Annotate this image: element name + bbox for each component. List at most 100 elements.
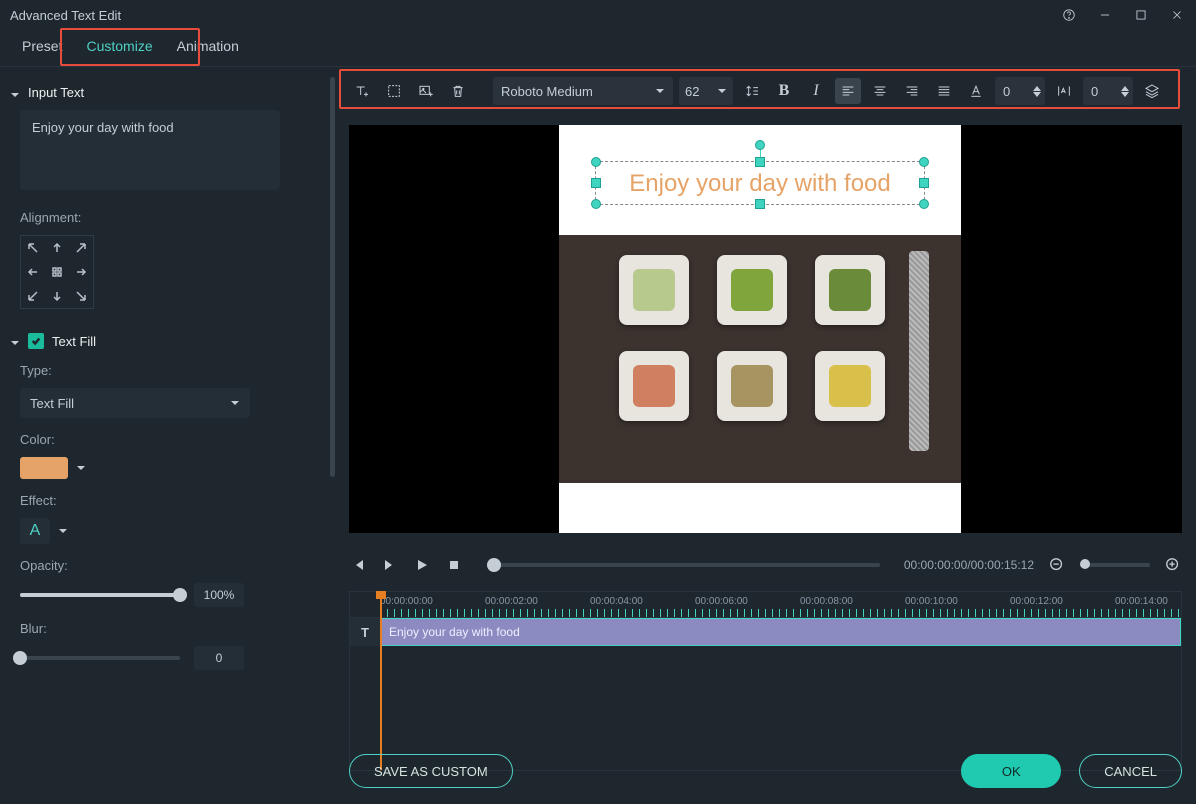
ruler-tick: 00:00:10:00 bbox=[905, 596, 958, 607]
titlebar: Advanced Text Edit bbox=[0, 0, 1196, 30]
resize-handle[interactable] bbox=[755, 157, 765, 167]
ruler-tick: 00:00:14:00 bbox=[1115, 596, 1168, 607]
zoom-out-button[interactable] bbox=[1048, 556, 1066, 574]
zoom-in-button[interactable] bbox=[1164, 556, 1182, 574]
blur-slider[interactable] bbox=[20, 656, 180, 660]
type-value: Text Fill bbox=[30, 396, 74, 411]
playhead[interactable] bbox=[380, 592, 382, 770]
zoom-slider[interactable] bbox=[1080, 563, 1150, 567]
opacity-label: Opacity: bbox=[20, 558, 319, 573]
char-spacing-value: 0 bbox=[1091, 84, 1098, 99]
timeline-clip[interactable]: Enjoy your day with food bbox=[380, 618, 1181, 646]
alignment-grid bbox=[20, 235, 94, 309]
delete-icon[interactable] bbox=[445, 78, 471, 104]
align-bottom-right[interactable] bbox=[69, 284, 93, 308]
ruler-tick: 00:00:04:00 bbox=[590, 596, 643, 607]
align-bottom-left[interactable] bbox=[21, 284, 45, 308]
font-select[interactable]: Roboto Medium bbox=[493, 77, 673, 105]
resize-handle[interactable] bbox=[919, 178, 929, 188]
color-label: Color: bbox=[20, 432, 319, 447]
align-top[interactable] bbox=[45, 236, 69, 260]
line-spacing-field[interactable]: 0 bbox=[995, 77, 1045, 105]
bottom-button-bar: SAVE AS CUSTOM OK CANCEL bbox=[349, 754, 1182, 788]
help-icon[interactable] bbox=[1060, 6, 1078, 24]
section-text-fill[interactable]: Text Fill bbox=[10, 333, 319, 349]
rotate-handle[interactable] bbox=[755, 140, 765, 150]
align-bottom[interactable] bbox=[45, 284, 69, 308]
next-frame-button[interactable] bbox=[381, 556, 399, 574]
add-image-icon[interactable] bbox=[413, 78, 439, 104]
add-text-icon[interactable] bbox=[349, 78, 375, 104]
tab-animation[interactable]: Animation bbox=[165, 30, 251, 66]
input-text-field[interactable]: Enjoy your day with food bbox=[20, 110, 280, 190]
cancel-button[interactable]: CANCEL bbox=[1079, 754, 1182, 788]
ruler-tick: 00:00:06:00 bbox=[695, 596, 748, 607]
bold-button[interactable]: B bbox=[771, 78, 797, 104]
color-swatch[interactable] bbox=[20, 457, 68, 479]
tab-preset[interactable]: Preset bbox=[10, 30, 74, 66]
tab-bar: Preset Customize Animation bbox=[0, 30, 1196, 67]
section-input-text[interactable]: Input Text bbox=[10, 85, 319, 100]
maximize-icon[interactable] bbox=[1132, 6, 1150, 24]
text-bounding-box[interactable]: Enjoy your day with food bbox=[595, 161, 925, 205]
chevron-down-icon bbox=[10, 336, 20, 346]
save-as-custom-button[interactable]: SAVE AS CUSTOM bbox=[349, 754, 513, 788]
chevron-down-icon bbox=[230, 396, 240, 411]
resize-handle[interactable] bbox=[755, 199, 765, 209]
align-right[interactable] bbox=[69, 260, 93, 284]
prev-frame-button[interactable] bbox=[349, 556, 367, 574]
text-fill-checkbox[interactable] bbox=[28, 333, 44, 349]
align-left[interactable] bbox=[21, 260, 45, 284]
select-all-icon[interactable] bbox=[381, 78, 407, 104]
resize-handle[interactable] bbox=[591, 199, 601, 209]
line-spacing-icon[interactable] bbox=[739, 78, 765, 104]
char-spacing-icon[interactable] bbox=[1051, 78, 1077, 104]
chevron-down-icon bbox=[655, 84, 665, 99]
opacity-slider[interactable] bbox=[20, 593, 180, 597]
input-text-value: Enjoy your day with food bbox=[32, 120, 174, 135]
stop-button[interactable] bbox=[445, 556, 463, 574]
font-size-select[interactable]: 62 bbox=[679, 77, 733, 105]
ruler-tick: 00:00:00:00 bbox=[380, 596, 433, 607]
blur-value[interactable]: 0 bbox=[194, 646, 244, 670]
font-size-value: 62 bbox=[685, 84, 699, 99]
layers-icon[interactable] bbox=[1139, 78, 1165, 104]
clip-label: Enjoy your day with food bbox=[389, 625, 520, 639]
ok-button[interactable]: OK bbox=[961, 754, 1061, 788]
italic-button[interactable]: I bbox=[803, 78, 829, 104]
opacity-value[interactable]: 100% bbox=[194, 583, 244, 607]
track-type-icon: T bbox=[350, 618, 380, 646]
resize-handle[interactable] bbox=[591, 157, 601, 167]
type-select[interactable]: Text Fill bbox=[20, 388, 250, 418]
resize-handle[interactable] bbox=[919, 157, 929, 167]
align-justify-button[interactable] bbox=[931, 78, 957, 104]
align-right-button[interactable] bbox=[899, 78, 925, 104]
char-spacing-field[interactable]: 0 bbox=[1083, 77, 1133, 105]
play-button[interactable] bbox=[413, 556, 431, 574]
window-title: Advanced Text Edit bbox=[10, 8, 121, 23]
align-center-button[interactable] bbox=[867, 78, 893, 104]
preview-canvas[interactable]: Enjoy your day with food bbox=[559, 125, 961, 533]
spinner-arrows[interactable] bbox=[1121, 86, 1129, 97]
close-icon[interactable] bbox=[1168, 6, 1186, 24]
resize-handle[interactable] bbox=[591, 178, 601, 188]
chevron-down-icon[interactable] bbox=[58, 524, 68, 539]
chevron-down-icon bbox=[10, 88, 20, 98]
timeline-ruler[interactable]: 00:00:00:00 00:00:02:00 00:00:04:00 00:0… bbox=[350, 592, 1181, 618]
text-color-icon[interactable] bbox=[963, 78, 989, 104]
align-top-left[interactable] bbox=[21, 236, 45, 260]
effect-swatch[interactable]: A bbox=[20, 518, 50, 544]
chevron-down-icon bbox=[717, 84, 727, 99]
playback-slider[interactable] bbox=[487, 563, 880, 567]
spinner-arrows[interactable] bbox=[1033, 86, 1041, 97]
chevron-down-icon[interactable] bbox=[76, 461, 86, 476]
align-left-button[interactable] bbox=[835, 78, 861, 104]
resize-handle[interactable] bbox=[919, 199, 929, 209]
right-panel: Roboto Medium 62 B I 0 bbox=[335, 67, 1196, 802]
line-spacing-value: 0 bbox=[1003, 84, 1010, 99]
align-center[interactable] bbox=[45, 260, 69, 284]
ruler-tick: 00:00:02:00 bbox=[485, 596, 538, 607]
minimize-icon[interactable] bbox=[1096, 6, 1114, 24]
tab-customize[interactable]: Customize bbox=[74, 30, 164, 66]
align-top-right[interactable] bbox=[69, 236, 93, 260]
